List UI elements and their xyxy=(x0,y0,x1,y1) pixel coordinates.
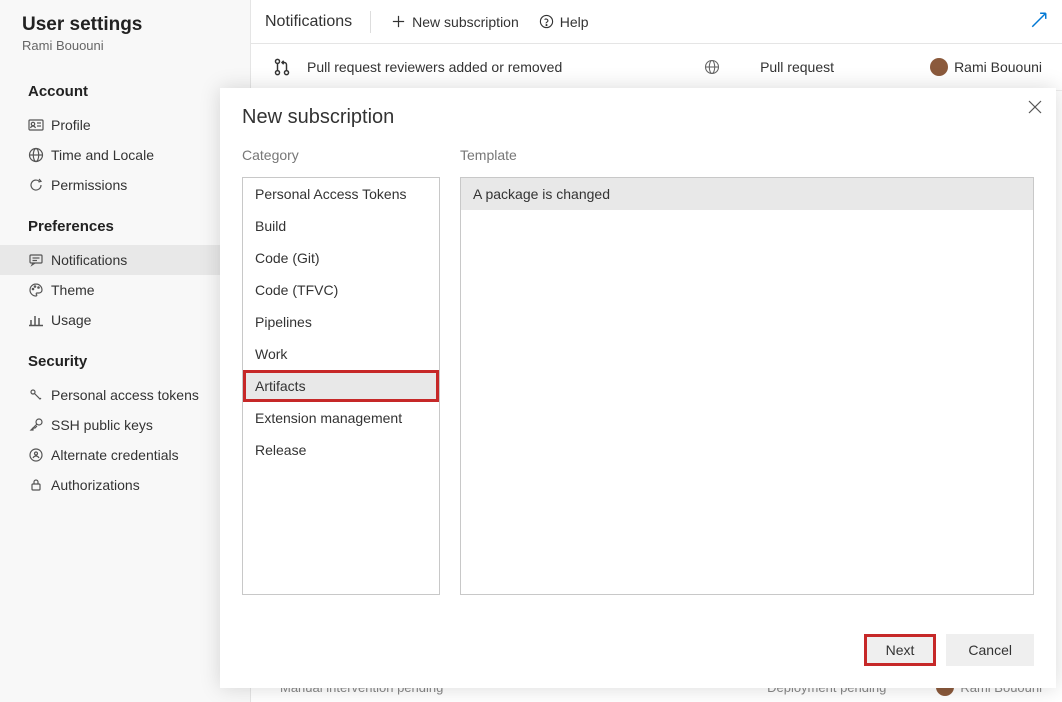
list-item-package-changed[interactable]: A package is changed xyxy=(461,178,1033,210)
template-listbox[interactable]: A package is changed xyxy=(460,177,1034,595)
list-item[interactable]: Build xyxy=(243,210,439,242)
cancel-button[interactable]: Cancel xyxy=(946,634,1034,666)
new-subscription-dialog: New subscription Category Personal Acces… xyxy=(220,88,1056,688)
category-column-header: Category xyxy=(242,147,440,163)
dialog-title: New subscription xyxy=(242,106,1034,129)
list-item[interactable]: Work xyxy=(243,338,439,370)
modal-overlay: New subscription Category Personal Acces… xyxy=(0,0,1062,702)
list-item[interactable]: Pipelines xyxy=(243,306,439,338)
list-item[interactable]: Personal Access Tokens xyxy=(243,178,439,210)
template-column-header: Template xyxy=(460,147,1034,163)
close-icon xyxy=(1028,101,1042,117)
close-button[interactable] xyxy=(1028,100,1042,117)
list-item-artifacts[interactable]: Artifacts xyxy=(243,370,439,402)
category-listbox[interactable]: Personal Access Tokens Build Code (Git) … xyxy=(242,177,440,595)
list-item[interactable]: Code (TFVC) xyxy=(243,274,439,306)
list-item[interactable]: Release xyxy=(243,434,439,466)
list-item[interactable]: Extension management xyxy=(243,402,439,434)
next-button[interactable]: Next xyxy=(864,634,937,666)
list-item[interactable]: Code (Git) xyxy=(243,242,439,274)
